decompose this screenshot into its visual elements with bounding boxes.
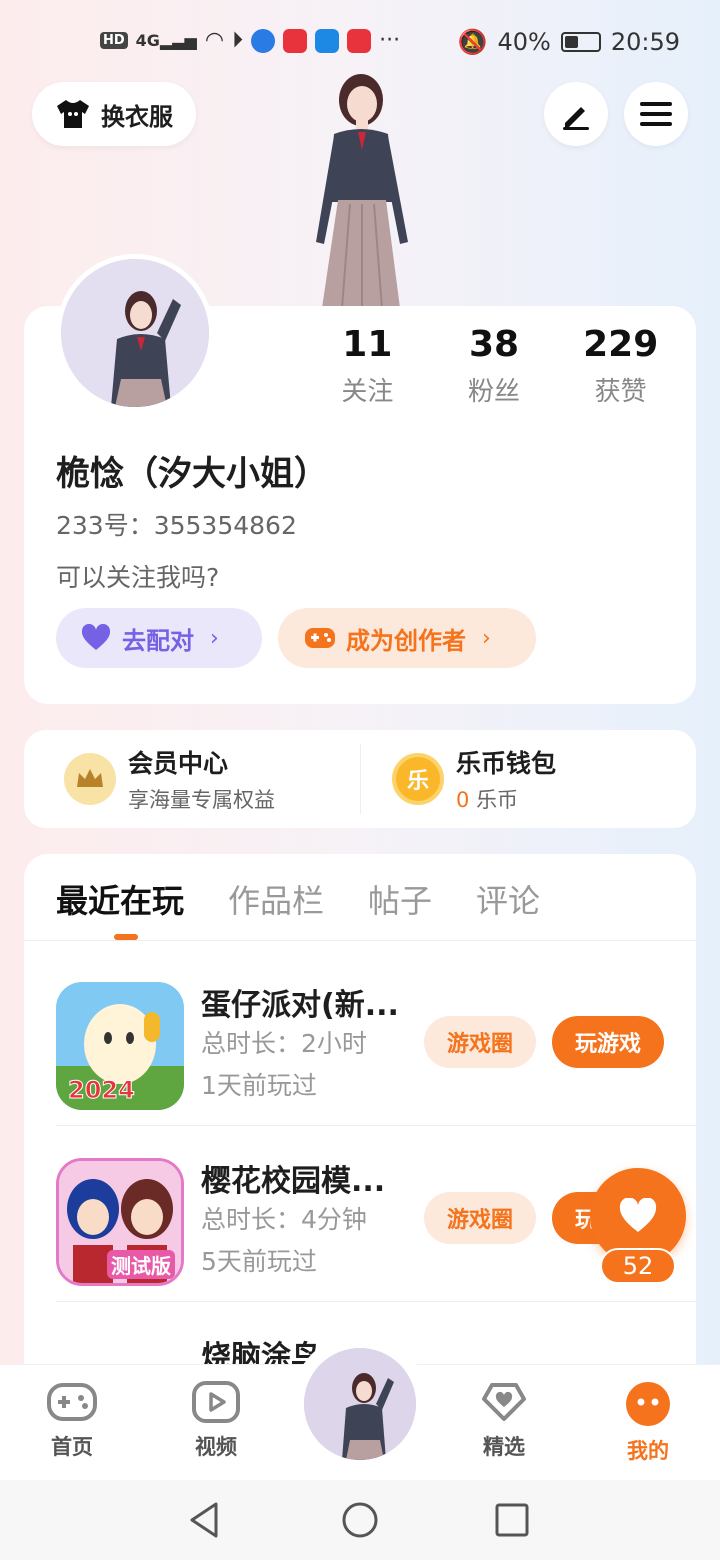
heart-diamond-icon [482,1383,526,1421]
menu-button[interactable] [624,82,688,146]
game-icon: 2024 [56,982,184,1110]
face-icon [626,1382,670,1426]
game-name: 蛋仔派对(新... [201,988,399,1023]
heart-icon [619,1198,657,1232]
game-last-played: 1天前玩过 [201,1071,317,1100]
coin-wallet-entry[interactable]: 乐 乐币钱包 0 乐币 [392,730,556,828]
like-count-badge: 52 [600,1248,676,1284]
profile-stats: 11 关注 38 粉丝 229 获赞 [304,324,684,408]
change-outfit-label: 换衣服 [101,102,173,131]
game-badge: 测试版 [107,1250,175,1279]
vip-center-entry[interactable]: 会员中心 享海量专属权益 [64,730,275,828]
app-notification-icon [315,28,340,53]
nav-label: 视频 [195,1435,237,1459]
nav-mine[interactable]: 我的 [608,1381,688,1465]
game-row[interactable]: 2024 蛋仔派对(新... 总时长：2小时 1天前玩过 游戏圈 玩游戏 [56,950,696,1126]
change-outfit-button[interactable]: 换衣服 [32,82,196,146]
game-circle-button[interactable]: 游戏圈 [424,1016,536,1068]
divider [360,744,361,814]
crown-icon [64,753,116,805]
become-creator-button[interactable]: 成为创作者 › [278,608,536,668]
chevron-right-icon: › [210,625,219,651]
creator-label: 成为创作者 [346,626,466,655]
vip-subtitle: 享海量专属权益 [128,788,275,812]
pen-icon [563,107,589,130]
clock: 20:59 [610,28,680,56]
battery-icon [560,32,601,52]
game-name: 樱花校园模... [201,1164,386,1199]
vip-title: 会员中心 [128,749,229,778]
game-icon: 测试版 [56,1158,184,1286]
edit-profile-button[interactable] [544,82,608,146]
avatar-image [304,1348,416,1460]
tab-comments[interactable]: 评论 [476,876,540,922]
nav-home[interactable]: 首页 [32,1381,112,1461]
divider [24,940,696,941]
hd-badge: HD [100,32,128,49]
game-duration: 总时长：4分钟 [201,1205,367,1234]
game-last-played: 5天前玩过 [201,1247,317,1276]
stat-fans[interactable]: 38 粉丝 [431,324,558,408]
chevron-right-icon: › [482,625,491,651]
back-icon[interactable] [186,1500,226,1540]
nav-video[interactable]: 视频 [176,1381,256,1461]
gamepad-icon [305,628,335,648]
profile-uid: 233号：355354862 [56,511,297,540]
tab-works[interactable]: 作品栏 [228,876,324,922]
app-notification-icon [251,28,276,53]
status-icons-right: 🔕 40% 20:59 [458,28,680,56]
game-badge: 2024 [68,1076,136,1105]
wallet-card: 会员中心 享海量专属权益 乐 乐币钱包 0 乐币 [24,730,696,828]
profile-nickname: 桅惗（汐大小姐） [56,454,328,494]
tshirt-icon [57,100,89,128]
signal-icon: 4G▂▃▅ [135,31,197,50]
system-nav-bar [0,1480,720,1560]
more-icon: ··· [379,28,401,53]
mute-bell-icon: 🔕 [457,28,488,56]
gamepad-icon [47,1383,97,1421]
avatar-image [61,259,209,407]
profile-bio: 可以关注我吗? [56,563,220,592]
coin-title: 乐币钱包 [456,749,557,778]
play-circle-icon: ⏵ [232,28,244,53]
nav-featured[interactable]: 精选 [464,1381,544,1461]
match-button[interactable]: 去配对 › [56,608,262,668]
stat-label: 关注 [341,377,394,407]
coin-balance: 0 乐币 [456,784,556,814]
tab-posts[interactable]: 帖子 [368,876,432,922]
tab-recent-played[interactable]: 最近在玩 [56,876,184,922]
nav-avatar-button[interactable] [304,1348,416,1460]
game-circle-button[interactable]: 游戏圈 [424,1192,536,1244]
coin-amount: 0 [456,788,470,812]
video-icon [192,1381,240,1423]
avatar-character-figure[interactable] [286,72,436,308]
home-icon[interactable] [340,1500,380,1540]
stat-label: 获赞 [594,377,647,407]
heart-icon [81,624,111,650]
match-label: 去配对 [122,626,194,655]
nav-label: 我的 [627,1439,669,1463]
hamburger-icon [640,102,672,126]
wifi-icon: ◠ [204,28,225,53]
stat-label: 粉丝 [468,377,521,407]
stat-value: 11 [342,324,393,365]
game-duration: 总时长：2小时 [201,1029,367,1058]
recent-games-panel: 最近在玩 作品栏 帖子 评论 2024 蛋仔派对(新... 总时长：2小时 1天… [24,854,696,1462]
play-game-button[interactable]: 玩游戏 [552,1016,664,1068]
battery-percent: 40% [497,28,551,56]
nav-label: 精选 [483,1435,525,1459]
stat-value: 38 [468,324,520,365]
recents-icon[interactable] [492,1500,532,1540]
profile-avatar[interactable] [56,254,214,412]
app-notification-icon [283,28,308,53]
app-notification-icon [347,28,372,53]
coin-unit: 乐币 [476,788,519,812]
coin-icon: 乐 [392,753,444,805]
profile-tabs: 最近在玩 作品栏 帖子 评论 [56,876,540,922]
nav-label: 首页 [51,1435,93,1459]
status-icons-left: HD 4G▂▃▅ ◠ ⏵ ··· [100,28,400,53]
stat-likes[interactable]: 229 获赞 [557,324,684,408]
stat-following[interactable]: 11 关注 [304,324,431,408]
stat-value: 229 [583,324,659,365]
